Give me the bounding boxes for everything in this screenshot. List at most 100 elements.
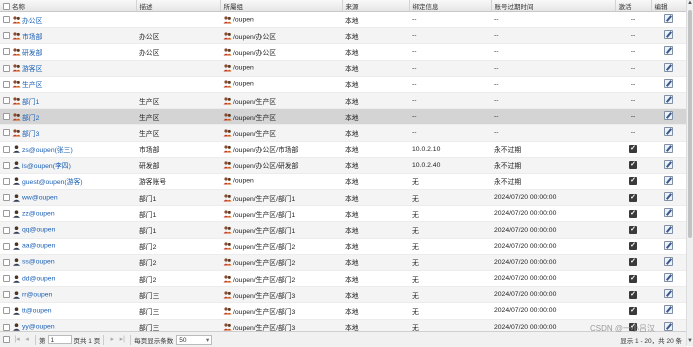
column-header-desc[interactable]: 描述 [136,0,221,12]
row-name-link[interactable]: 办公区 [22,18,42,25]
edit-icon[interactable] [664,256,673,266]
edit-icon[interactable] [664,224,673,234]
table-row[interactable]: 部门1 生产区/oupen/生产区 本地 -- -- -- [0,92,686,110]
row-name-link[interactable]: dd@oupen [22,275,55,282]
row-checkbox[interactable] [3,16,10,24]
last-page-icon[interactable]: ▸| [118,336,126,344]
edit-icon[interactable] [664,192,673,202]
table-row[interactable]: rr@oupen 部门三/oupen/生产区/部门3 本地无 2024/07/20 0… [0,286,686,304]
row-checkbox[interactable] [3,291,10,299]
row-name-link[interactable]: guest@oupen(游客) [22,179,83,186]
column-header-name[interactable]: 名称 [0,0,137,12]
row-name-link[interactable]: 生产区 [22,82,42,89]
edit-icon[interactable] [664,321,673,331]
column-header-active[interactable]: 激活 [615,0,652,12]
table-row[interactable]: 生产区/oupen 本地 -- -- -- [0,76,686,93]
table-row[interactable]: aa@oupen 部门2/oupen/生产区/部门2 本地无 2024/07/20 0… [0,238,686,255]
active-check-icon[interactable]: ✓ [629,290,637,299]
row-checkbox[interactable] [3,258,10,266]
active-check-icon[interactable]: ✓ [629,193,637,202]
edit-icon[interactable] [664,46,673,56]
row-checkbox[interactable] [3,323,10,331]
vertical-scrollbar[interactable]: ▲ ▼ [686,0,693,346]
row-checkbox[interactable] [3,113,10,121]
row-name-link[interactable]: zs@oupen(张三) [22,147,73,154]
edit-icon[interactable] [664,175,673,185]
edit-icon[interactable] [664,208,673,218]
row-name-link[interactable]: ls@oupen(李四) [22,163,71,170]
edit-icon[interactable] [664,273,673,283]
row-name-link[interactable]: ww@oupen [22,194,58,201]
row-checkbox[interactable] [3,275,10,283]
row-checkbox[interactable] [3,129,10,137]
page-number-input[interactable]: 1 [47,335,72,344]
row-name-link[interactable]: 研发部 [22,50,42,57]
table-row[interactable]: dd@oupen 部门2/oupen/生产区/部门2 本地无 2024/07/20 0… [0,270,686,288]
column-header-edit[interactable]: 编辑 [651,0,687,12]
column-header-binding[interactable]: 绑定信息 [409,0,492,12]
table-row[interactable]: 游客区/oupen 本地 -- -- -- [0,60,686,77]
next-page-icon[interactable]: ▸ [108,336,116,344]
row-name-link[interactable]: yy@oupen [22,324,55,331]
row-checkbox[interactable] [3,210,10,218]
row-checkbox[interactable] [3,80,10,88]
row-name-link[interactable]: 游客区 [22,66,42,73]
column-header-group[interactable]: 所屬组 [220,0,343,12]
row-name-link[interactable]: ss@oupen [22,259,55,266]
edit-icon[interactable] [664,111,673,121]
active-check-icon[interactable]: ✓ [629,306,637,315]
table-row[interactable]: 部门2 生产区/oupen/生产区 本地 -- -- -- [0,108,686,126]
edit-icon[interactable] [664,78,673,88]
row-checkbox[interactable] [3,307,10,315]
table-row[interactable]: ls@oupen(李四) 研发部/oupen/办公区/研发部 本地 10.0.2.40… [0,157,686,174]
active-check-icon[interactable]: ✓ [629,209,637,218]
table-row[interactable]: zs@oupen(张三) 市场部/oupen/办公区/市场部 本地 10.0.2.10… [0,141,686,158]
active-check-icon[interactable]: ✓ [629,145,637,154]
active-check-icon[interactable]: ✓ [629,274,637,283]
table-row[interactable]: guest@oupen(游客) 游客账号/oupen 本地无永不过期 ✓ [0,173,686,191]
row-name-link[interactable]: 部门2 [22,115,39,122]
table-row[interactable]: ww@oupen 部门1/oupen/生产区/部门1 本地无 2024/07/20 0… [0,189,686,207]
row-name-link[interactable]: zz@oupen [22,210,55,217]
table-row[interactable]: 部门3 生产区/oupen/生产区 本地 -- -- -- [0,124,686,142]
row-checkbox[interactable] [3,145,10,153]
table-row[interactable]: qq@oupen 部门1/oupen/生产区/部门1 本地无 2024/07/20 0… [0,221,686,239]
row-checkbox[interactable] [3,177,10,185]
row-checkbox[interactable] [3,226,10,234]
table-row[interactable]: zz@oupen 部门1/oupen/生产区/部门1 本地无 2024/07/20 0… [0,205,686,223]
table-row[interactable]: 研发部 办公区/oupen/办公区 本地 -- -- -- [0,43,686,61]
row-checkbox[interactable] [3,97,10,105]
row-name-link[interactable]: tt@oupen [22,307,52,314]
active-check-icon[interactable]: ✓ [629,258,637,267]
prev-page-icon[interactable]: ◂ [23,336,31,344]
scroll-up-icon[interactable]: ▲ [687,0,693,8]
row-checkbox[interactable] [3,48,10,56]
active-check-icon[interactable]: ✓ [629,177,637,186]
edit-icon[interactable] [664,159,673,169]
edit-icon[interactable] [664,127,673,137]
active-check-icon[interactable]: ✓ [629,226,637,235]
row-name-link[interactable]: 市场部 [22,34,42,41]
table-row[interactable]: ss@oupen 部门2/oupen/生产区/部门2 本地无 2024/07/20 0… [0,254,686,272]
select-all-checkbox[interactable] [3,3,10,11]
row-checkbox[interactable] [3,194,10,202]
scroll-down-icon[interactable]: ▼ [687,338,693,346]
table-row[interactable]: tt@oupen 部门三/oupen/生产区/部门3 本地无 2024/07/20 0… [0,302,686,320]
row-name-link[interactable]: rr@oupen [22,291,52,298]
row-checkbox[interactable] [3,161,10,169]
edit-icon[interactable] [664,30,673,40]
row-name-link[interactable]: qq@oupen [22,227,55,234]
table-row[interactable]: 办公区/oupen 本地 -- -- -- [0,11,686,29]
edit-icon[interactable] [664,289,673,299]
active-check-icon[interactable]: ✓ [629,161,637,170]
row-name-link[interactable]: 部门3 [22,131,39,138]
column-header-expire[interactable]: 账号过期时间 [491,0,616,12]
scrollbar-thumb[interactable] [688,10,692,238]
edit-icon[interactable] [664,240,673,250]
edit-icon[interactable] [664,143,673,153]
table-row[interactable]: 市场部 办公区/oupen/办公区 本地 -- -- -- [0,27,686,45]
edit-icon[interactable] [664,62,673,72]
column-header-source[interactable]: 来源 [342,0,410,12]
first-page-icon[interactable]: |◂ [13,336,21,344]
edit-icon[interactable] [664,305,673,315]
